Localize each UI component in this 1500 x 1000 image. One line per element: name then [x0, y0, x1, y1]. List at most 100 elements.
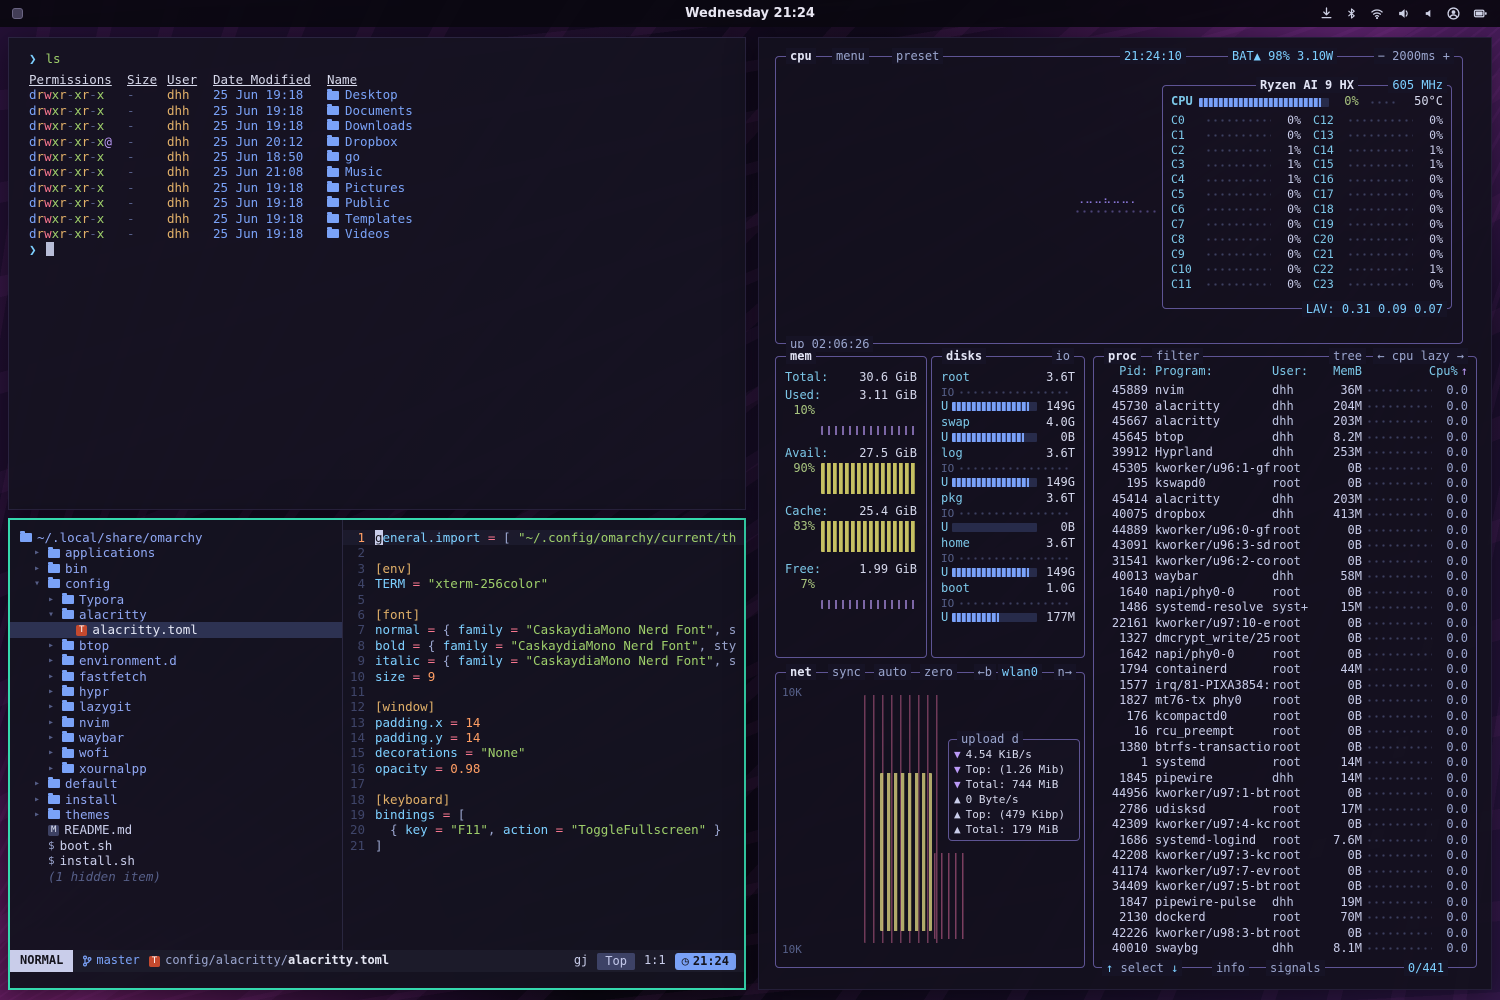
process-row[interactable]: 22161kworker/u97:10-eroot0B0.0 [1102, 616, 1468, 632]
process-row[interactable]: 40075dropboxdhh413M0.0 [1102, 507, 1468, 523]
editor-line[interactable]: 19 bindings = [ [343, 807, 744, 822]
process-row[interactable]: 44956kworker/u97:1-btroot0B0.0 [1102, 786, 1468, 802]
editor-line[interactable]: 14 padding.y = 14 [343, 730, 744, 745]
process-row[interactable]: 42208kworker/u97:3-kcroot0B0.0 [1102, 848, 1468, 864]
net-auto-button[interactable]: auto [874, 664, 911, 680]
editor-line[interactable]: 2 [343, 545, 744, 560]
editor-line[interactable]: 9 italic = { family = "CaskaydiaMono Ner… [343, 653, 744, 668]
process-row[interactable]: 40010swaybgdhh8.1M0.0 [1102, 941, 1468, 957]
signals-button[interactable]: signals [1266, 960, 1325, 976]
editor-line[interactable]: 1 general.import = [ "~/.config/omarchy/… [343, 530, 744, 545]
editor-line[interactable]: 4 TERM = "xterm-256color" [343, 576, 744, 591]
tree-dir-alacritty[interactable]: ▾alacritty [10, 607, 342, 622]
process-row[interactable]: 42226kworker/u98:3-btroot0B0.0 [1102, 926, 1468, 942]
tree-dir-lazygit[interactable]: ▸lazygit [10, 699, 342, 714]
interval-minus-icon[interactable]: − [1378, 49, 1385, 63]
sort-prev-icon[interactable]: ← [1377, 349, 1384, 363]
process-row[interactable]: 176kcompactd0root0B0.0 [1102, 709, 1468, 725]
download-icon[interactable] [1320, 7, 1333, 20]
editor-line[interactable]: 15 decorations = "None" [343, 745, 744, 760]
mem-panel-title[interactable]: mem [786, 348, 816, 364]
net-zero-button[interactable]: zero [920, 664, 957, 680]
info-button[interactable]: info [1212, 960, 1249, 976]
tree-dir-default[interactable]: ▸default [10, 776, 342, 791]
editor-line[interactable]: 20 { key = "F11", action = "ToggleFullsc… [343, 822, 744, 837]
process-row[interactable]: 1847pipewire-pulsedhh19M0.0 [1102, 895, 1468, 911]
menu-button[interactable]: menu [832, 48, 869, 64]
net-prev-button[interactable]: ←b [974, 664, 996, 680]
editor-line[interactable]: 18 [keyboard] [343, 792, 744, 807]
tree-toggle-button[interactable]: tree [1329, 348, 1366, 364]
editor-line[interactable]: 6 [font] [343, 607, 744, 622]
tree-dir-bin[interactable]: ▸bin [10, 561, 342, 576]
process-row[interactable]: 1380btrfs-transactioroot0B0.0 [1102, 740, 1468, 756]
tree-dir-nvim[interactable]: ▸nvim [10, 715, 342, 730]
io-mode-button[interactable]: io [1052, 348, 1074, 364]
process-row[interactable]: 195kswapd0root0B0.0 [1102, 476, 1468, 492]
process-row[interactable]: 44889kworker/u96:0-gfroot0B0.0 [1102, 523, 1468, 539]
process-row[interactable]: 1686systemd-logindroot7.6M0.0 [1102, 833, 1468, 849]
tree-dir-hypr[interactable]: ▸hypr [10, 684, 342, 699]
user-circle-icon[interactable] [1447, 7, 1460, 20]
process-row[interactable]: 1794containerdroot44M0.0 [1102, 662, 1468, 678]
net-sync-button[interactable]: sync [828, 664, 865, 680]
tree-dir-waybar[interactable]: ▸waybar [10, 730, 342, 745]
tree-dir-btop[interactable]: ▸btop [10, 638, 342, 653]
update-interval[interactable]: − 2000ms + [1374, 48, 1454, 64]
process-row[interactable]: 34409kworker/u97:5-btroot0B0.0 [1102, 879, 1468, 895]
volume-low-icon[interactable] [1423, 7, 1434, 20]
terminal-ls-window[interactable]: ❯ ls Permissions Size User Date Modified… [8, 37, 746, 510]
volume-icon[interactable] [1397, 7, 1410, 20]
process-row[interactable]: 1486systemd-resolvesyst+15M0.0 [1102, 600, 1468, 616]
process-row[interactable]: 45730alacrittydhh204M0.0 [1102, 399, 1468, 415]
net-panel-title[interactable]: net [786, 664, 816, 680]
process-row[interactable]: 39912Hyprlanddhh253M0.0 [1102, 445, 1468, 461]
editor-pane[interactable]: 1 general.import = [ "~/.config/omarchy/… [342, 520, 744, 950]
tree-dir-xournalpp[interactable]: ▸xournalpp [10, 761, 342, 776]
editor-line[interactable]: 7 normal = { family = "CaskaydiaMono Ner… [343, 622, 744, 637]
process-row[interactable]: 1845pipewiredhh14M0.0 [1102, 771, 1468, 787]
sort-mode-selector[interactable]: ← cpu lazy → [1373, 348, 1468, 364]
editor-line[interactable]: 17 [343, 776, 744, 791]
process-row[interactable]: 1640napi/phy0-0root0B0.0 [1102, 585, 1468, 601]
editor-line[interactable]: 3 [env] [343, 561, 744, 576]
editor-line[interactable]: 11 [343, 684, 744, 699]
cpu-panel-title[interactable]: cpu [786, 48, 816, 64]
neovim-window[interactable]: ~/.local/share/omarchy ▸applications▸bin… [8, 518, 746, 990]
tree-file-alacritty.toml[interactable]: Talacritty.toml [10, 622, 342, 637]
tree-dir-fastfetch[interactable]: ▸fastfetch [10, 669, 342, 684]
editor-line[interactable]: 13 padding.x = 14 [343, 715, 744, 730]
wifi-icon[interactable] [1370, 7, 1384, 20]
process-row[interactable]: 1327dmcrypt_write/25root0B0.0 [1102, 631, 1468, 647]
disks-panel-title[interactable]: disks [942, 348, 986, 364]
tree-dir-wofi[interactable]: ▸wofi [10, 745, 342, 760]
process-row[interactable]: 16rcu_preemptroot0B0.0 [1102, 724, 1468, 740]
proc-panel-title[interactable]: proc [1104, 348, 1141, 364]
select-control[interactable]: ↑ select ↓ [1102, 960, 1182, 976]
process-row[interactable]: 2786udisksdroot17M0.0 [1102, 802, 1468, 818]
net-next-button[interactable]: n→ [1054, 664, 1076, 680]
tree-dir-config[interactable]: ▾config [10, 576, 342, 591]
process-row[interactable]: 41174kworker/u97:7-evroot0B0.0 [1102, 864, 1468, 880]
sort-next-icon[interactable]: → [1457, 349, 1464, 363]
tree-file-boot.sh[interactable]: $boot.sh [10, 838, 342, 853]
tree-dir-applications[interactable]: ▸applications [10, 545, 342, 560]
process-row[interactable]: 45414alacrittydhh203M0.0 [1102, 492, 1468, 508]
editor-line[interactable]: 10 size = 9 [343, 669, 744, 684]
editor-line[interactable]: 5 [343, 592, 744, 607]
process-row[interactable]: 45889nvimdhh36M0.0 [1102, 383, 1468, 399]
tree-file-README.md[interactable]: MREADME.md [10, 822, 342, 837]
process-row[interactable]: 45667alacrittydhh203M0.0 [1102, 414, 1468, 430]
preset-button[interactable]: preset [892, 48, 943, 64]
tree-dir-Typora[interactable]: ▸Typora [10, 592, 342, 607]
process-row[interactable]: 45645btopdhh8.2M0.0 [1102, 430, 1468, 446]
process-row[interactable]: 40013waybardhh58M0.0 [1102, 569, 1468, 585]
process-row[interactable]: 1577irq/81-PIXA3854:root0B0.0 [1102, 678, 1468, 694]
tree-file-install.sh[interactable]: $install.sh [10, 853, 342, 868]
process-row[interactable]: 42309kworker/u97:4-kcroot0B0.0 [1102, 817, 1468, 833]
editor-line[interactable]: 12 [window] [343, 699, 744, 714]
process-row[interactable]: 43091kworker/u96:3-sdroot0B0.0 [1102, 538, 1468, 554]
process-row[interactable]: 1642napi/phy0-0root0B0.0 [1102, 647, 1468, 663]
process-row[interactable]: 45305kworker/u96:1-gfroot0B0.0 [1102, 461, 1468, 477]
process-row[interactable]: 2130dockerdroot70M0.0 [1102, 910, 1468, 926]
